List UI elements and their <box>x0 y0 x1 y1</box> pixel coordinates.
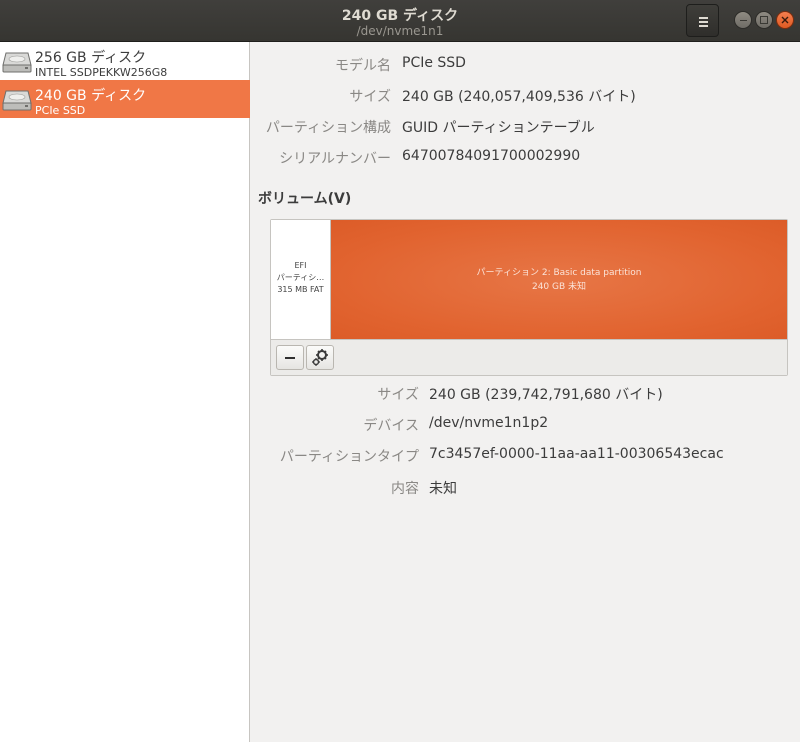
minus-icon <box>285 357 295 359</box>
close-button[interactable] <box>776 11 794 29</box>
minimize-icon <box>740 20 747 21</box>
partition-data-size: 240 GB 未知 <box>531 282 587 292</box>
close-icon <box>781 16 789 24</box>
maximize-icon <box>760 16 768 24</box>
window-title: 240 GB ディスク <box>341 8 459 24</box>
drive-name: 240 GB ディスク <box>35 88 147 104</box>
partitioning-label: パーティション構成 <box>265 120 391 136</box>
gears-icon <box>312 349 328 366</box>
remove-partition-button[interactable] <box>276 345 304 370</box>
minimize-button[interactable] <box>734 11 752 29</box>
menu-button[interactable] <box>686 4 719 37</box>
device-label: デバイス <box>363 418 419 434</box>
maximize-button[interactable] <box>755 11 773 29</box>
contents-value: 未知 <box>429 481 457 497</box>
partition-type-value: 7c3457ef-0000-11aa-aa11-00306543ecac <box>429 446 724 462</box>
volume-toolbar <box>271 339 787 375</box>
partition-size-label: サイズ <box>377 387 419 403</box>
partition-type-label: パーティションタイプ <box>279 449 419 465</box>
drive-item-240gb[interactable]: 240 GB ディスク PCIe SSD <box>0 80 250 118</box>
partition-efi-label: パーティシ… <box>276 273 325 282</box>
model-label: モデル名 <box>335 58 391 74</box>
size-label: サイズ <box>349 89 391 105</box>
hamburger-icon <box>699 17 708 19</box>
partition-data[interactable]: パーティション 2: Basic data partition 240 GB 未… <box>331 220 787 339</box>
drive-item-256gb[interactable]: 256 GB ディスク INTEL SSDPEKKW256G8 <box>0 42 250 80</box>
partition-efi[interactable]: EFI パーティシ… 315 MB FAT <box>271 220 331 339</box>
serial-label: シリアルナンバー <box>279 151 391 167</box>
partition-data-name: パーティション 2: Basic data partition <box>476 268 642 278</box>
disk-details-panel: モデル名 PCIe SSD サイズ 240 GB (240,057,409,53… <box>251 42 800 742</box>
partition-efi-size: 315 MB FAT <box>277 285 324 294</box>
drive-model: INTEL SSDPEKKW256G8 <box>35 67 168 78</box>
title-bar: 240 GB ディスク /dev/nvme1n1 <box>0 0 800 42</box>
device-value: /dev/nvme1n1p2 <box>429 415 549 431</box>
partition-efi-name: EFI <box>294 261 307 270</box>
model-value: PCIe SSD <box>402 55 466 71</box>
drive-model: PCIe SSD <box>35 105 86 116</box>
hard-drive-icon <box>2 52 32 73</box>
serial-value: 64700784091700002990 <box>402 148 581 164</box>
contents-label: 内容 <box>391 481 419 497</box>
size-value: 240 GB (240,057,409,536 バイト) <box>402 89 636 105</box>
drive-list: 256 GB ディスク INTEL SSDPEKKW256G8 240 GB デ… <box>0 42 250 742</box>
hard-drive-icon <box>2 90 32 111</box>
partition-size-value: 240 GB (239,742,791,680 バイト) <box>429 387 663 403</box>
volumes-heading: ボリューム(V) <box>258 191 352 207</box>
partitioning-value: GUID パーティションテーブル <box>402 120 595 136</box>
partition-settings-button[interactable] <box>306 345 334 370</box>
drive-name: 256 GB ディスク <box>35 50 147 66</box>
volume-map: EFI パーティシ… 315 MB FAT パーティション 2: Basic d… <box>270 219 788 376</box>
window-subtitle: /dev/nvme1n1 <box>356 24 444 38</box>
